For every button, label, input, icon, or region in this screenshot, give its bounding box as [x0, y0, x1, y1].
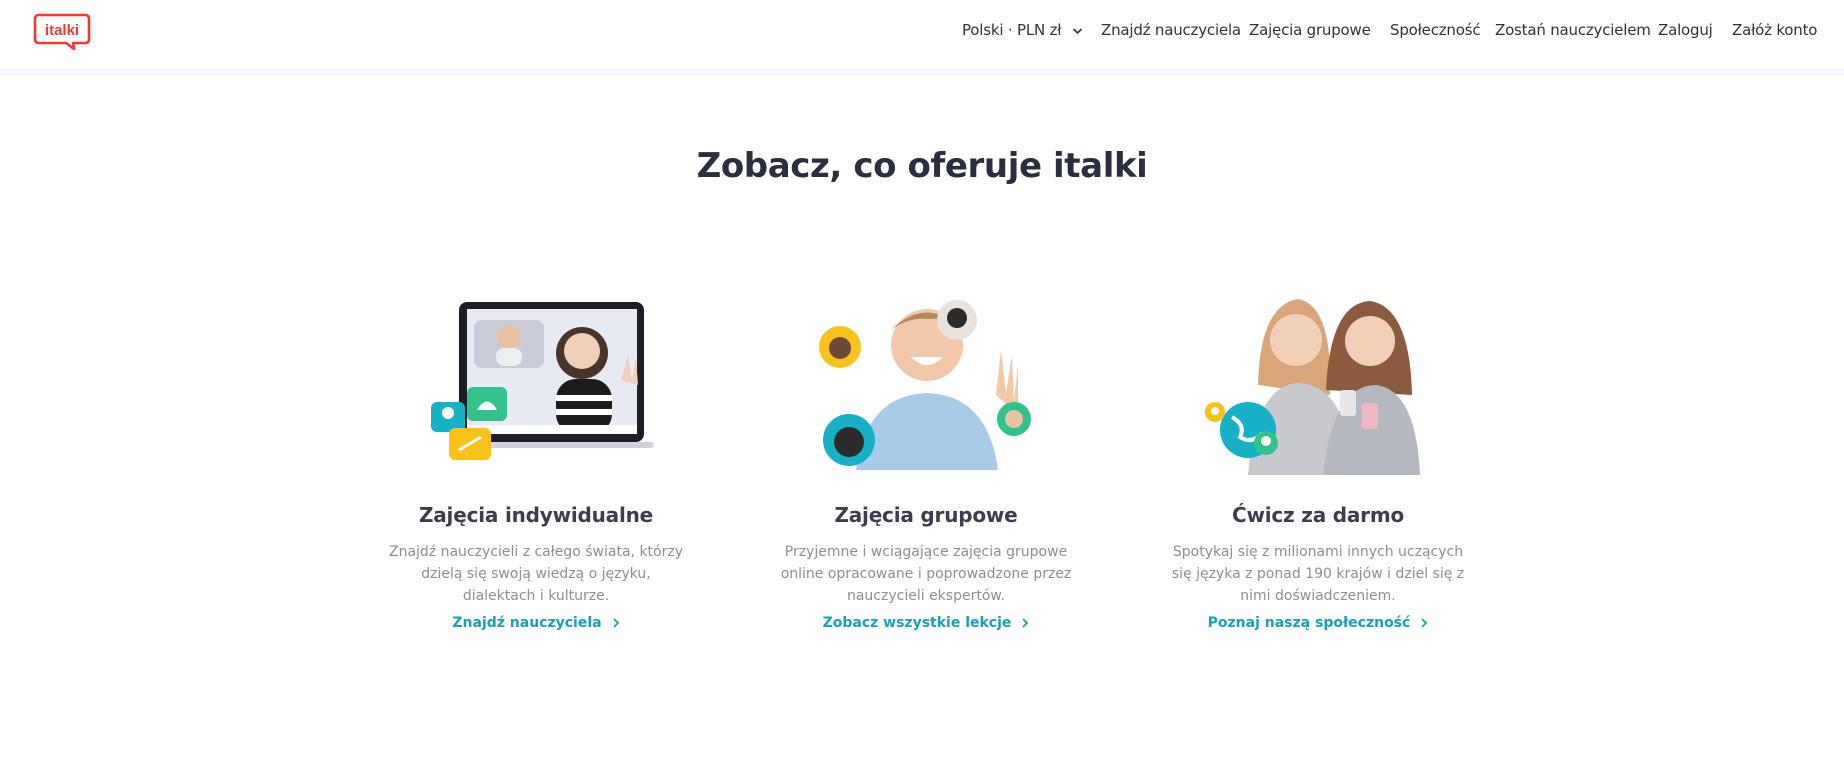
nav-login[interactable]: Zaloguj: [1658, 21, 1713, 39]
card-title: Ćwicz za darmo: [1231, 503, 1405, 527]
card-group-classes: Zajęcia grupowe Przyjemne i wciągające z…: [756, 285, 1096, 631]
nav-community[interactable]: Społeczność: [1390, 21, 1481, 39]
nav-become-teacher[interactable]: Zostań nauczycielem: [1495, 21, 1651, 39]
link-label: Poznaj naszą społeczność: [1207, 615, 1411, 631]
nav-group-classes[interactable]: Zajęcia grupowe: [1249, 21, 1371, 39]
illustration-community: [1148, 285, 1488, 475]
page-title: Zobacz, co oferuje italki: [696, 146, 1148, 186]
card-title: Zajęcia indywidualne: [418, 503, 654, 527]
card-description: Spotykaj się z milionami innych uczących…: [1171, 544, 1465, 604]
nav-find-teacher[interactable]: Znajdź nauczyciela: [1101, 21, 1241, 39]
logo-text: italki: [45, 22, 79, 39]
language-currency-label: Polski · PLN zł: [962, 21, 1062, 39]
language-currency-selector[interactable]: Polski · PLN zł: [962, 21, 1083, 39]
chevron-right-icon: [1421, 618, 1428, 628]
card-description: Znajdź nauczycieli z całego świata, któr…: [388, 544, 683, 604]
community-link[interactable]: Poznaj naszą społeczność: [1208, 615, 1429, 631]
find-teacher-link[interactable]: Znajdź nauczyciela: [452, 615, 619, 631]
illustration-video-call: [366, 285, 706, 475]
top-navigation-bar: italki Polski · PLN zł Znajdź nauczyciel…: [0, 0, 1844, 68]
chevron-right-icon: [1022, 618, 1029, 628]
link-label: Zobacz wszystkie lekcje: [822, 615, 1012, 631]
chevron-down-icon: [1072, 27, 1083, 34]
link-label: Znajdź nauczyciela: [452, 615, 602, 631]
card-description: Przyjemne i wciągające zajęcia grupowe o…: [780, 544, 1072, 604]
chevron-right-icon: [612, 618, 619, 628]
header-divider: [0, 68, 1844, 76]
nav-signup[interactable]: Załóż konto: [1732, 21, 1817, 39]
card-title: Zajęcia grupowe: [834, 503, 1018, 527]
card-practice-free: Ćwicz za darmo Spotykaj się z milionami …: [1148, 285, 1488, 631]
illustration-group-class: [756, 285, 1096, 475]
italki-logo[interactable]: italki: [33, 13, 91, 50]
card-individual-lessons: Zajęcia indywidualne Znajdź nauczycieli …: [366, 285, 706, 631]
see-all-lessons-link[interactable]: Zobacz wszystkie lekcje: [823, 615, 1030, 631]
